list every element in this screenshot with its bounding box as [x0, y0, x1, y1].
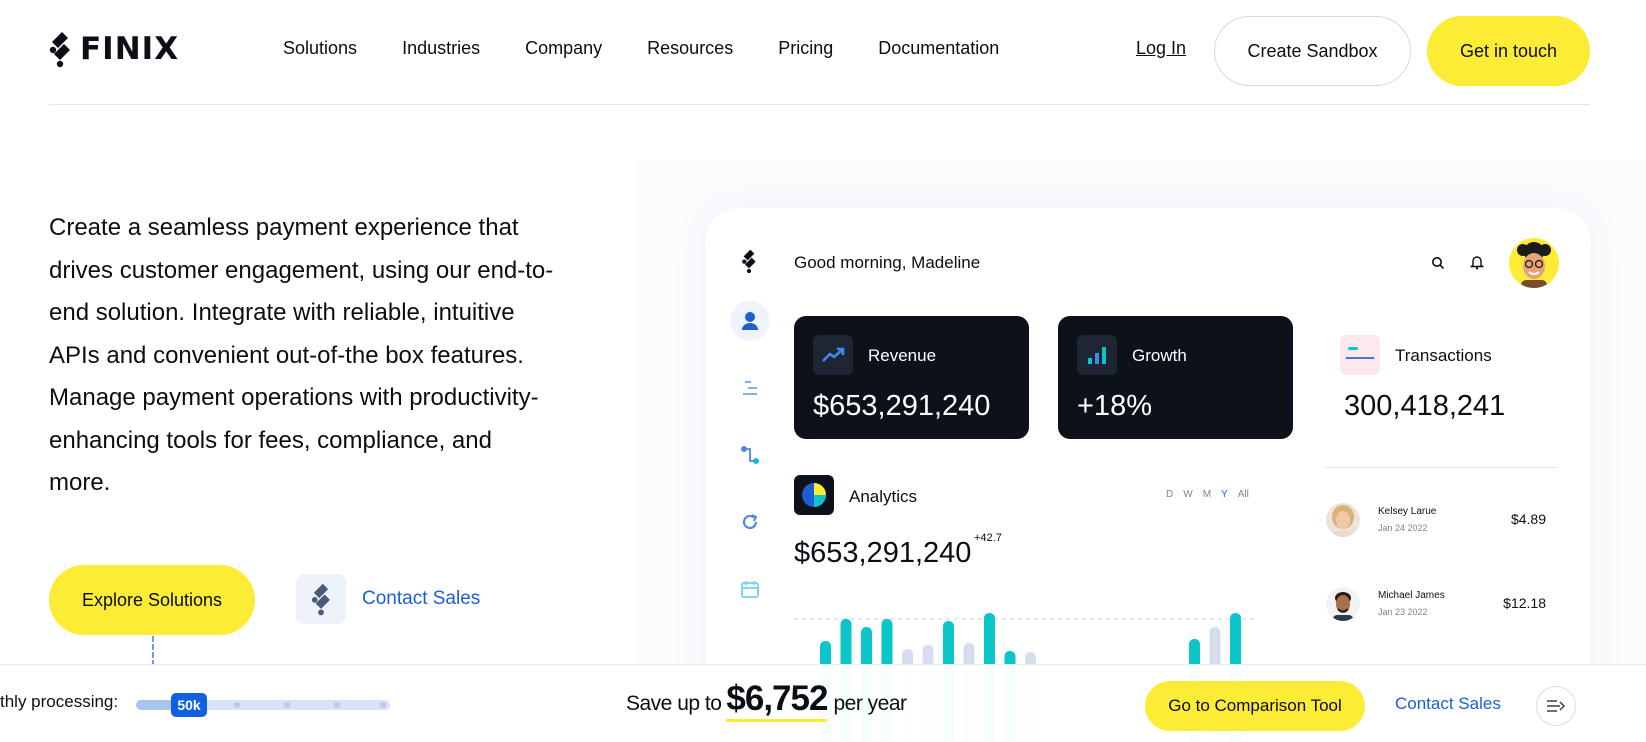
- transaction-name: Kelsey Larue: [1378, 506, 1437, 517]
- slider-step: [334, 702, 340, 708]
- transactions-value: 300,418,241: [1344, 390, 1506, 422]
- save-amount: $6,752: [726, 679, 828, 722]
- user-avatar[interactable]: [1509, 238, 1559, 288]
- brand-name: FINIX: [80, 30, 180, 67]
- transaction-date: Jan 24 2022: [1378, 523, 1428, 533]
- revenue-label: Revenue: [868, 346, 937, 365]
- nav-company[interactable]: Company: [525, 38, 602, 59]
- finix-logo-icon: [49, 32, 70, 68]
- nav-solutions[interactable]: Solutions: [283, 38, 357, 59]
- transaction-name: Michael James: [1378, 590, 1445, 601]
- menu-arrow-icon: [1547, 700, 1566, 712]
- slider-thumb[interactable]: 50k: [171, 693, 207, 717]
- slider-step: [284, 702, 290, 708]
- explore-solutions-button[interactable]: Explore Solutions: [49, 565, 255, 635]
- dashboard-greeting: Good morning, Madeline: [794, 253, 981, 272]
- contact-sales-link[interactable]: Contact Sales: [1395, 694, 1501, 714]
- top-nav: FINIX Solutions Industries Company Resou…: [0, 0, 1646, 106]
- michael-avatar: [1326, 587, 1360, 621]
- period-all[interactable]: All: [1238, 489, 1249, 500]
- savings-headline: Save up to $6,752 per year: [626, 679, 907, 722]
- dashed-connector: [152, 636, 154, 666]
- transaction-date: Jan 23 2022: [1378, 607, 1428, 617]
- dashboard-preview: Good morning, Madeline Revenue $653,291,…: [706, 208, 1590, 742]
- transaction-row[interactable]: Michael James Jan 23 2022 $12.18: [1326, 573, 1556, 635]
- period-m[interactable]: M: [1203, 489, 1211, 500]
- period-w[interactable]: W: [1183, 489, 1192, 500]
- nav-documentation[interactable]: Documentation: [878, 38, 999, 59]
- nav-industries[interactable]: Industries: [402, 38, 480, 59]
- period-selector: D W M Y All: [1166, 489, 1249, 500]
- period-y[interactable]: Y: [1221, 489, 1228, 500]
- get-in-touch-button[interactable]: Get in touch: [1427, 16, 1590, 86]
- period-d[interactable]: D: [1166, 489, 1173, 500]
- kelsey-avatar: [1326, 503, 1360, 537]
- main-menu: Solutions Industries Company Resources P…: [283, 38, 1044, 59]
- analytics-label: Analytics: [849, 487, 918, 506]
- receipt-icon: [1340, 335, 1380, 375]
- slider-step: [380, 702, 386, 708]
- revenue-value: $653,291,240: [813, 390, 991, 422]
- revenue-card[interactable]: Revenue $653,291,240: [794, 316, 1029, 439]
- pie-chart-icon: [794, 475, 834, 515]
- savings-bar: thly processing: 50k Save up to $6,752 p…: [0, 664, 1646, 742]
- bell-icon[interactable]: [1470, 254, 1484, 270]
- growth-value: +18%: [1077, 390, 1152, 422]
- list-sidebar-icon[interactable]: [730, 368, 770, 408]
- analytics-value: $653,291,240: [794, 537, 972, 569]
- transactions-label: Transactions: [1395, 346, 1492, 365]
- nav-divider: [49, 104, 1590, 105]
- contact-sales-label: Contact Sales: [362, 588, 481, 609]
- contact-sales-icon: [296, 574, 346, 624]
- calendar-sidebar-icon[interactable]: [730, 569, 770, 609]
- finix-logo[interactable]: FINIX: [48, 30, 179, 68]
- comparison-tool-button[interactable]: Go to Comparison Tool: [1145, 681, 1365, 731]
- hero-description: Create a seamless payment experience tha…: [49, 214, 554, 496]
- growth-card[interactable]: Growth +18%: [1058, 316, 1293, 439]
- refresh-sidebar-icon[interactable]: [730, 502, 770, 542]
- analytics-delta: +42.7: [974, 532, 1002, 544]
- transactions-divider: [1324, 467, 1557, 468]
- transactions-card[interactable]: Transactions 300,418,241: [1320, 316, 1556, 439]
- login-link[interactable]: Log In: [1136, 38, 1186, 59]
- save-prefix: Save up to: [626, 692, 722, 715]
- bar-chart-icon: [1077, 335, 1117, 375]
- growth-label: Growth: [1132, 346, 1187, 365]
- search-icon[interactable]: [1431, 256, 1445, 270]
- nav-pricing[interactable]: Pricing: [778, 38, 833, 59]
- workflow-sidebar-icon[interactable]: [730, 435, 770, 475]
- user-sidebar-icon[interactable]: [730, 301, 770, 341]
- trend-up-icon: [813, 335, 853, 375]
- dashboard-logo-icon: [741, 248, 757, 279]
- contact-sales-hero-link[interactable]: Contact Sales: [296, 574, 480, 624]
- transaction-amount: $12.18: [1503, 595, 1546, 611]
- create-sandbox-button[interactable]: Create Sandbox: [1214, 16, 1411, 86]
- processing-label: thly processing:: [0, 692, 119, 711]
- nav-resources[interactable]: Resources: [647, 38, 733, 59]
- menu-toggle-button[interactable]: [1536, 686, 1576, 726]
- save-suffix: per year: [833, 692, 907, 715]
- slider-step: [234, 702, 240, 708]
- transaction-row[interactable]: Kelsey Larue Jan 24 2022 $4.89: [1326, 489, 1556, 551]
- transaction-amount: $4.89: [1510, 511, 1546, 527]
